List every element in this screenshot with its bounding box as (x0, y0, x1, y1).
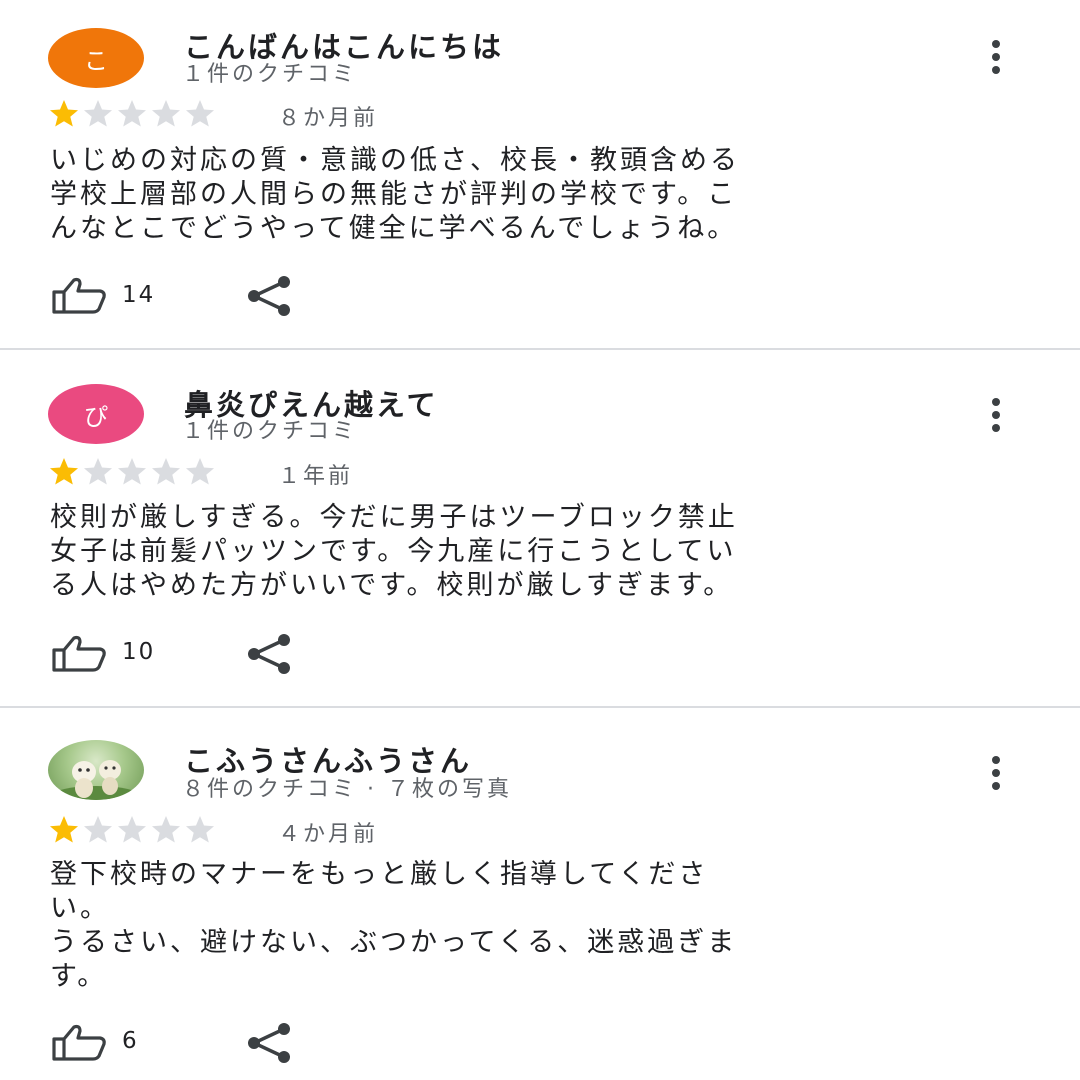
avatar[interactable]: こ (48, 28, 144, 88)
review-date: ８か月前 (278, 106, 379, 131)
thumb-up-icon[interactable] (50, 1023, 108, 1063)
star-empty-icon (84, 816, 112, 843)
star-empty-icon (152, 458, 180, 485)
share-icon[interactable] (244, 634, 294, 674)
review-text: 登下校時のマナーをもっと厳しく指導してくださ い。 うるさい、避けない、ぶつかっ… (50, 859, 738, 992)
avatar-photo (52, 760, 140, 800)
avatar[interactable]: ぴ (48, 384, 144, 444)
star-empty-icon (186, 458, 214, 485)
review-date: ４か月前 (278, 822, 379, 847)
review-card: こふうさんふうさん ８件のクチコミ · ７枚の写真 ４か月前 登下校時のマナーを… (0, 710, 1080, 1080)
review-text: いじめの対応の質・意識の低さ、校長・教頭含める 学校上層部の人間らの無能さが評判… (50, 145, 740, 244)
star-empty-icon (118, 458, 146, 485)
divider (0, 348, 1080, 350)
star-filled-icon (50, 100, 78, 127)
more-vert-icon[interactable] (980, 37, 1012, 77)
star-empty-icon (118, 816, 146, 843)
review-text: 校則が厳しすぎる。今だに男子はツーブロック禁止 女子は前髪パッツンです。今九産に… (50, 502, 738, 601)
divider (0, 706, 1080, 708)
more-vert-icon[interactable] (980, 395, 1012, 435)
more-vert-icon[interactable] (980, 753, 1012, 793)
star-rating (48, 98, 216, 128)
star-filled-icon (50, 816, 78, 843)
star-empty-icon (118, 100, 146, 127)
review-card: ぴ 鼻炎ぴえん越えて １件のクチコミ １年前 校則が厳しすぎる。今だに男子はツー… (0, 352, 1080, 706)
review-author-meta: １件のクチコミ (182, 62, 358, 87)
star-empty-icon (186, 100, 214, 127)
review-date: １年前 (278, 464, 354, 489)
star-empty-icon (84, 458, 112, 485)
like-count: 10 (122, 639, 156, 665)
thumb-up-icon[interactable] (50, 634, 108, 674)
star-empty-icon (84, 100, 112, 127)
review-card: こ こんばんはこんにちは １件のクチコミ ８か月前 いじめの対応の質・意識の低さ… (0, 0, 1080, 348)
star-rating (48, 456, 216, 486)
review-author-meta: １件のクチコミ (182, 419, 358, 444)
share-icon[interactable] (244, 276, 294, 316)
avatar[interactable] (48, 740, 144, 800)
star-empty-icon (152, 816, 180, 843)
review-author-meta: ８件のクチコミ · ７枚の写真 (182, 777, 512, 802)
like-count: 14 (122, 282, 156, 308)
share-icon[interactable] (244, 1023, 294, 1063)
star-empty-icon (186, 816, 214, 843)
star-empty-icon (152, 100, 180, 127)
star-filled-icon (50, 458, 78, 485)
thumb-up-icon[interactable] (50, 276, 108, 316)
star-rating (48, 814, 216, 844)
like-count: 6 (122, 1028, 139, 1054)
